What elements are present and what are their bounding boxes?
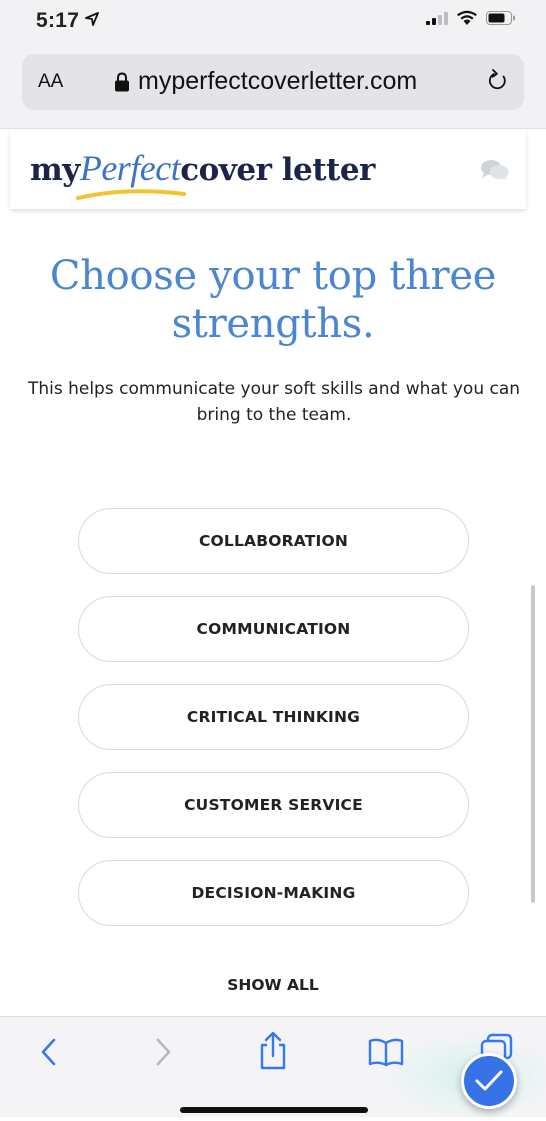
forward-icon[interactable] xyxy=(152,1035,174,1069)
address-bar[interactable]: AA myperfectcoverletter.com xyxy=(22,54,524,110)
back-icon[interactable] xyxy=(38,1035,60,1069)
strength-option-collaboration[interactable]: COLLABORATION xyxy=(78,508,469,574)
home-indicator xyxy=(180,1107,368,1113)
reload-icon[interactable] xyxy=(486,68,510,94)
checkmark-icon xyxy=(475,1070,503,1091)
url-text: myperfectcoverletter.com xyxy=(138,67,418,95)
wifi-icon xyxy=(457,10,477,25)
status-time: 5:17 xyxy=(36,9,100,33)
url-display[interactable]: myperfectcoverletter.com xyxy=(114,67,417,96)
chat-icon[interactable] xyxy=(480,159,510,181)
logo-perfect: Perfect xyxy=(79,148,181,188)
strength-option-critical-thinking[interactable]: CRITICAL THINKING xyxy=(78,684,469,750)
page-title: Choose your top three strengths. xyxy=(49,253,497,347)
cellular-signal-icon xyxy=(426,12,448,25)
share-icon[interactable] xyxy=(257,1031,289,1071)
status-icons xyxy=(426,10,516,26)
browser-address-area: AA myperfectcoverletter.com xyxy=(0,44,546,129)
strength-option-customer-service[interactable]: CUSTOMER SERVICE xyxy=(78,772,469,838)
logo-cover-letter: cover letter xyxy=(180,152,375,188)
location-arrow-icon xyxy=(85,12,100,26)
show-all-link[interactable]: SHOW ALL xyxy=(0,976,546,994)
page-subtitle: This helps communicate your soft skills … xyxy=(27,379,521,425)
battery-icon xyxy=(486,11,515,25)
status-bar: 5:17 xyxy=(0,0,546,44)
lock-icon xyxy=(115,71,129,91)
logo-swoosh xyxy=(76,189,186,200)
strength-option-decision-making[interactable]: DECISION-MAKING xyxy=(78,860,469,926)
logo-my: my xyxy=(30,152,80,188)
site-header: myPerfectcover letter xyxy=(10,129,526,209)
strength-option-communication[interactable]: COMMUNICATION xyxy=(78,596,469,662)
bookmarks-icon[interactable] xyxy=(368,1037,404,1067)
reader-settings-button[interactable]: AA xyxy=(38,71,63,93)
site-logo[interactable]: myPerfectcover letter xyxy=(30,147,375,189)
status-time-text: 5:17 xyxy=(36,9,80,32)
page-scrollbar[interactable] xyxy=(531,585,535,903)
confirm-check-button[interactable] xyxy=(461,1053,517,1109)
